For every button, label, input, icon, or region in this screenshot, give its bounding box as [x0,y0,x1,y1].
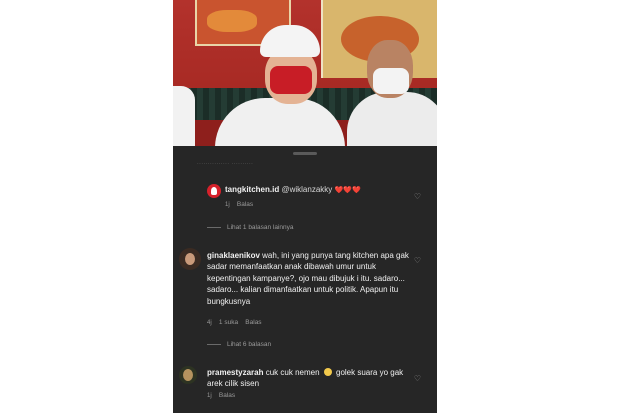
replies-separator [207,226,221,228]
comment-tangkitchen: tangkitchen.id @wiklanzakky ❤️❤️❤️ [225,184,415,196]
comment-age: 4j [207,320,212,326]
comment-ginaklaenikov: ginaklaenikov wah, ini yang punya tang k… [207,250,417,307]
heart-outline-icon[interactable]: ♡ [413,374,422,383]
comment-age: 1j [225,202,230,208]
likes-count[interactable]: 1 suka [219,319,238,326]
comment-pramestyzarah: pramestyzarah cuk cuk nemen golek suara … [207,367,407,389]
avatar-ginaklaenikov[interactable] [179,248,201,270]
white-face-mask [373,68,409,94]
avatar-pramestyzarah[interactable] [179,366,197,384]
red-face-mask [270,66,312,94]
live-video-frame[interactable] [173,0,437,146]
comment-body: ❤️❤️❤️ [334,187,361,194]
reply-button[interactable]: Balas [245,319,261,326]
comment-meta-ginaklaenikov: 4j 1 suka Balas [207,319,262,326]
comment-meta-tangkitchen: 1j Balas [225,201,253,208]
heart-outline-icon[interactable]: ♡ [413,192,422,201]
reply-button[interactable]: Balas [219,392,235,399]
reply-button[interactable]: Balas [237,201,253,208]
sheet-drag-handle[interactable] [293,152,317,155]
person-left-edge [173,86,195,146]
faded-previous-meta: ............... .......... [197,160,254,166]
comment-username[interactable]: tangkitchen.id [225,185,279,194]
instagram-screen: ............... .......... tangkitchen.i… [173,0,437,413]
view-replies-tangkitchen[interactable]: Lihat 1 balasan lainnya [207,224,294,231]
chef-hat [260,25,320,57]
comment-username[interactable]: pramestyzarah [207,368,263,377]
grinning-face-icon [323,368,332,376]
comments-sheet: ............... .......... tangkitchen.i… [173,146,437,413]
heart-outline-icon[interactable]: ♡ [413,256,422,265]
comment-username[interactable]: ginaklaenikov [207,251,260,260]
comment-age: 1j [207,393,212,399]
view-replies-ginaklaenikov[interactable]: Lihat 6 balasan [207,341,271,348]
comment-meta-pramestyzarah: 1j Balas [207,392,235,399]
comment-mention[interactable]: @wiklanzakky [281,185,332,194]
avatar-tangkitchen[interactable] [207,184,221,198]
comment-body: cuk cuk nemen [265,368,320,377]
replies-separator [207,343,221,345]
